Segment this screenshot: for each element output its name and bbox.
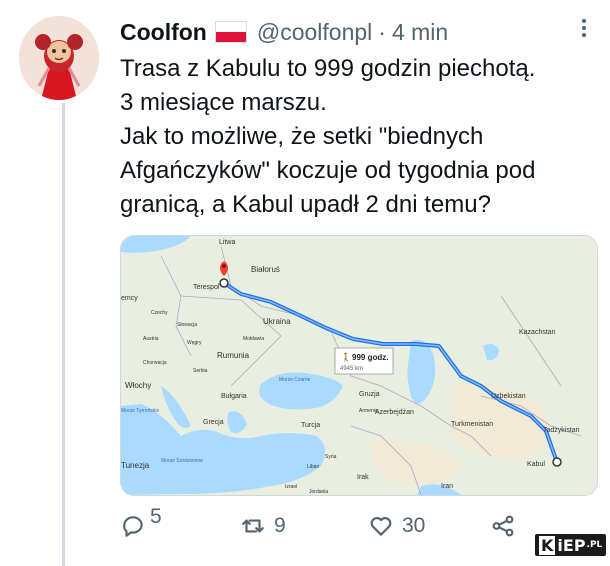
retweet-icon — [242, 519, 264, 533]
map-label: Morze Śródziemne — [161, 456, 203, 464]
route-duration: 999 godz. — [352, 353, 388, 362]
map-label: Litwa — [219, 239, 235, 246]
tweet-timestamp[interactable]: 4 min — [392, 19, 448, 46]
map-label: Iran — [441, 483, 453, 490]
reply-count: 5 — [150, 505, 162, 528]
like-button[interactable]: 30 — [368, 508, 425, 544]
map-label: Turcja — [301, 422, 320, 429]
retweet-button[interactable]: 9 — [240, 508, 286, 544]
map-label: Białoruś — [251, 265, 280, 274]
end-marker-icon[interactable] — [552, 457, 562, 467]
tweet-text-line: granicą, a Kabul upadł 2 dni temu? — [120, 191, 491, 218]
map-label: Morze Tyrreńskie — [121, 408, 159, 414]
separator-dot: · — [378, 18, 386, 45]
kiep-watermark: K iEP .PL — [535, 534, 607, 556]
thread-line — [62, 103, 65, 566]
map-label: Gruzja — [359, 391, 380, 398]
retweet-count: 9 — [274, 514, 286, 537]
avatar[interactable] — [19, 16, 99, 100]
share-button[interactable] — [490, 508, 516, 544]
map-label: Austria — [143, 336, 159, 342]
map-label: Węgry — [187, 340, 202, 346]
tweet-text: Trasa z Kabulu to 999 godzin piechotą. 3… — [120, 52, 600, 222]
map-label: Turkmenistan — [451, 421, 493, 428]
heart-icon — [370, 517, 392, 536]
map-label: Tunezja — [121, 461, 150, 470]
map-label: Mołdawia — [243, 336, 264, 342]
map-label: Jordania — [309, 489, 328, 495]
tweet-text-line: 3 miesiące marszu. — [120, 89, 327, 116]
map-label: Chorwacja — [143, 360, 167, 366]
watermark-suffix: .PL — [586, 540, 603, 550]
map-label: Azerbejdżan — [375, 409, 414, 416]
map-label: Syria — [325, 454, 337, 460]
share-icon — [492, 515, 514, 537]
tweet-actions: 5 9 30 — [120, 505, 600, 544]
tweet-text-line: Jak to możliwe, że setki "biednych — [120, 123, 484, 150]
map-label: Czechy — [151, 310, 168, 316]
display-name[interactable]: Coolfon — [120, 19, 207, 46]
map-label: Słowacja — [177, 322, 197, 328]
map-label: Ukraina — [263, 317, 291, 326]
walk-icon: 🚶 — [341, 352, 351, 362]
like-count: 30 — [402, 514, 426, 537]
map-label: Grecja — [203, 419, 224, 426]
route-distance: 4945 km — [340, 366, 363, 372]
map-label: emcy — [121, 295, 138, 302]
route-info-box[interactable]: 🚶 999 godz. 4945 km — [334, 347, 394, 375]
map-label: Kabul — [527, 461, 545, 468]
map-image[interactable]: 🚶 999 godz. 4945 km Litwa Białoruś Teres… — [120, 235, 598, 496]
poland-flag-icon — [214, 21, 247, 43]
map-label: Terespol — [193, 284, 220, 291]
more-options-icon[interactable] — [576, 16, 592, 40]
map-label: Morze Czarne — [279, 377, 311, 383]
map-label: Armenia — [359, 408, 378, 414]
map-label: Kazachstan — [519, 329, 556, 336]
tweet-header: Coolfon @coolfonpl · 4 min — [120, 16, 448, 48]
watermark-main: iEP — [557, 535, 586, 555]
map-label: Włochy — [125, 381, 151, 390]
user-handle[interactable]: @coolfonpl — [257, 19, 372, 46]
map-label: Uzbekistan — [491, 393, 526, 400]
map-label: Bułgaria — [221, 393, 247, 400]
avatar-image — [19, 16, 99, 100]
map-label: Izrael — [285, 484, 297, 490]
watermark-k: K — [539, 535, 556, 555]
map-label: Irak — [357, 474, 369, 481]
map-label: Liban — [307, 464, 319, 470]
reply-button[interactable]: 5 — [120, 505, 162, 544]
map-label: Rumunia — [217, 351, 250, 360]
tweet-text-line: Afgańczyków" koczuje od tygodnia pod — [120, 157, 536, 184]
map-label: Tadżykistan — [543, 427, 580, 434]
tweet-text-line: Trasa z Kabulu to 999 godzin piechotą. — [120, 55, 536, 82]
map-label: Serbia — [193, 368, 208, 374]
reply-icon — [123, 516, 143, 537]
